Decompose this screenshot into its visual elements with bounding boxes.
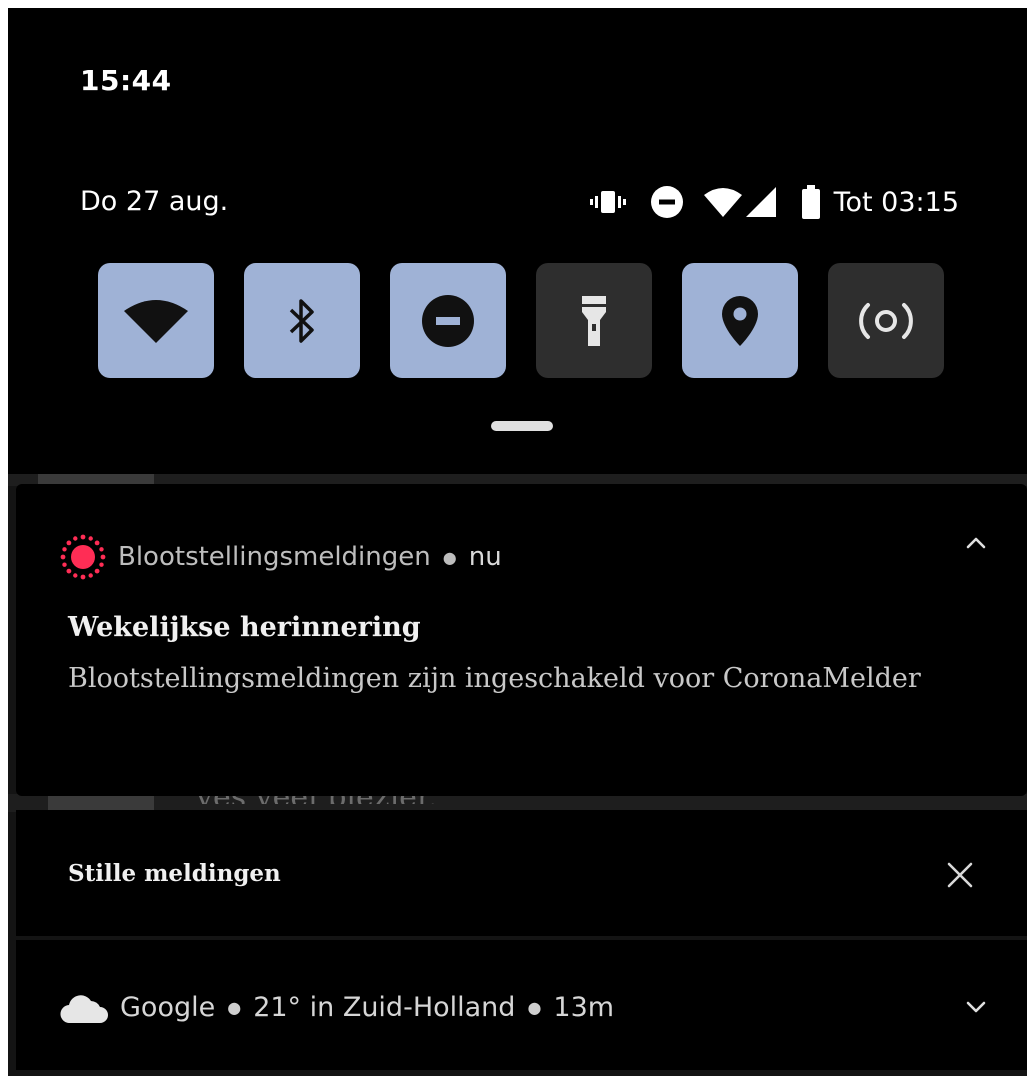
notification-body: Blootstellingsmeldingen zijn ingeschakel… — [68, 663, 921, 694]
separator-dot: ● — [442, 547, 457, 567]
tile-location[interactable] — [682, 263, 798, 378]
google-app-name: Google — [120, 992, 216, 1023]
notification-card-google[interactable]: Google ● 21° in Zuid-Holland ● 13m — [16, 940, 1027, 1070]
notification-app-name: Blootstellingsmeldingen — [118, 542, 431, 572]
tile-hotspot[interactable] — [828, 263, 944, 378]
location-pin-icon — [722, 295, 758, 346]
battery-icon — [801, 185, 820, 219]
exposure-notification-app-icon — [60, 534, 106, 580]
status-icons: Tot 03:15 — [589, 182, 959, 222]
chevron-up-icon — [965, 536, 987, 550]
quick-settings-panel: 15:44 Do 27 aug. Tot 03:15 — [8, 8, 1027, 474]
notification-card-exposure[interactable]: Blootstellingsmeldingen ● nu Wekelijkse … — [16, 484, 1027, 796]
silent-notifications-label: Stille meldingen — [68, 860, 281, 887]
wifi-icon — [124, 299, 188, 343]
collapse-button[interactable] — [965, 536, 987, 550]
hotspot-icon — [858, 301, 914, 341]
google-notification-header: Google ● 21° in Zuid-Holland ● 13m — [60, 992, 614, 1023]
weather-summary: 21° in Zuid-Holland — [253, 992, 516, 1023]
battery-remaining-text: Tot 03:15 — [833, 186, 959, 218]
notification-shade-screen: yes veel plezier. 15:44 Do 27 aug. Tot 0… — [8, 8, 1027, 1076]
shade-drag-handle[interactable] — [491, 421, 553, 431]
flashlight-icon — [582, 295, 606, 346]
bluetooth-icon — [288, 296, 316, 346]
chevron-down-icon — [965, 1000, 987, 1014]
wifi-icon — [703, 187, 742, 217]
cloud-icon — [60, 993, 108, 1023]
status-date[interactable]: Do 27 aug. — [80, 186, 228, 217]
separator-dot: ● — [527, 998, 542, 1017]
tile-flashlight[interactable] — [536, 263, 652, 378]
notification-time: nu — [468, 542, 502, 572]
cell-signal-icon — [745, 187, 776, 217]
do-not-disturb-icon — [650, 185, 684, 219]
do-not-disturb-icon — [421, 294, 475, 348]
close-icon — [947, 862, 973, 888]
notification-header: Blootstellingsmeldingen ● nu — [60, 534, 502, 580]
silent-notifications-header: Stille meldingen — [16, 810, 1027, 936]
google-notification-time: 13m — [553, 992, 615, 1023]
status-clock: 15:44 — [80, 64, 172, 97]
tile-do-not-disturb[interactable] — [390, 263, 506, 378]
separator-dot: ● — [227, 998, 242, 1017]
quick-settings-tiles — [98, 263, 944, 378]
expand-button[interactable] — [965, 1000, 987, 1014]
vibrate-icon — [589, 189, 626, 215]
tile-bluetooth[interactable] — [244, 263, 360, 378]
tile-wifi[interactable] — [98, 263, 214, 378]
clear-silent-button[interactable] — [943, 858, 977, 892]
notification-title: Wekelijkse herinnering — [68, 612, 421, 643]
